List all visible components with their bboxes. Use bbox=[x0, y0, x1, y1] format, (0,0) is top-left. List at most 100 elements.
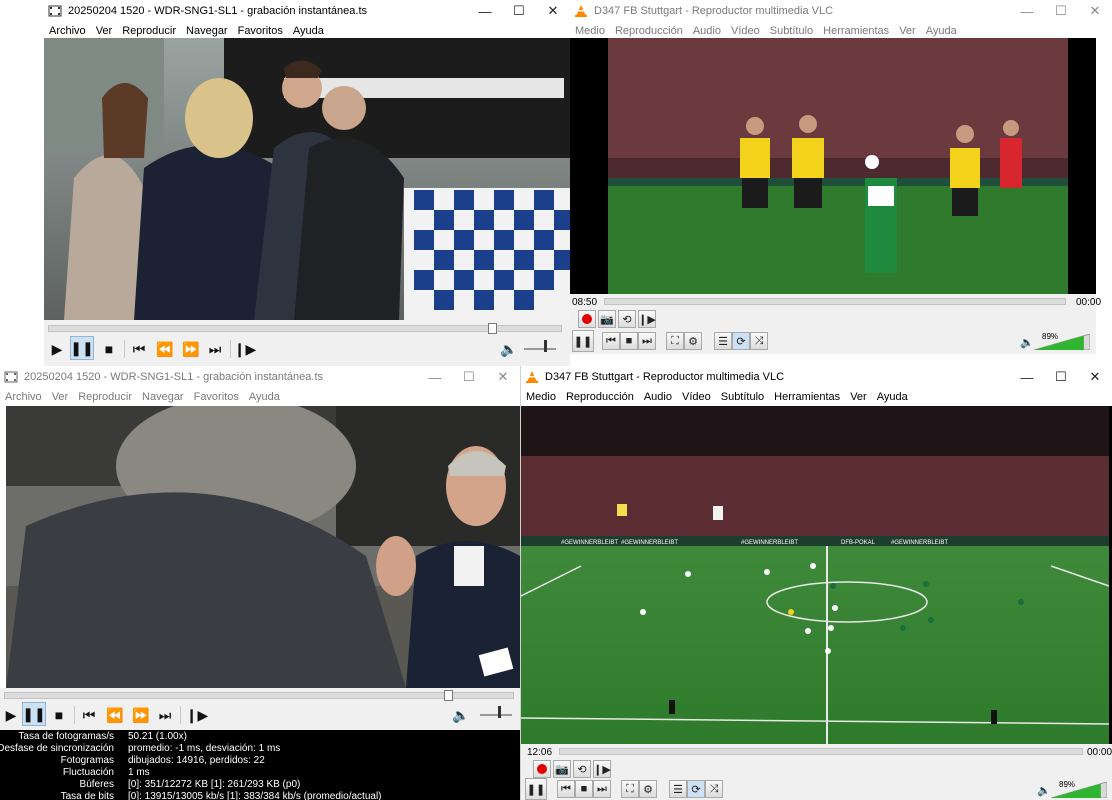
video-frame[interactable] bbox=[44, 38, 570, 320]
minimize-button[interactable]: — bbox=[418, 370, 452, 385]
menu-subtitulo[interactable]: Subtítulo bbox=[765, 25, 818, 37]
speaker-icon[interactable]: 🔈 bbox=[450, 704, 472, 726]
menu-ayuda[interactable]: Ayuda bbox=[288, 25, 329, 37]
video-frame[interactable] bbox=[570, 38, 1096, 294]
loop-button[interactable]: ⟳ bbox=[732, 332, 750, 350]
loop-ab-button[interactable]: ⟲ bbox=[573, 760, 591, 778]
shuffle-button[interactable]: ⤨ bbox=[750, 332, 768, 350]
pause-button[interactable]: ❚❚ bbox=[572, 330, 594, 352]
menu-subtitulo[interactable]: Subtítulo bbox=[716, 391, 769, 403]
shuffle-button[interactable]: ⤨ bbox=[705, 780, 723, 798]
title-bar[interactable]: 20250204 1520 - WDR-SNG1-SL1 - grabación… bbox=[0, 366, 520, 388]
stop-button[interactable]: ■ bbox=[620, 332, 638, 350]
speaker-icon[interactable]: 🔈 bbox=[1037, 784, 1051, 797]
minimize-button[interactable]: — bbox=[1010, 4, 1044, 19]
stop-button[interactable]: ■ bbox=[98, 338, 120, 360]
menu-medio[interactable]: Medio bbox=[521, 391, 561, 403]
menu-audio[interactable]: Audio bbox=[688, 25, 726, 37]
title-bar[interactable]: D347 FB Stuttgart - Reproductor multimed… bbox=[570, 0, 1112, 22]
close-button[interactable]: ✕ bbox=[1078, 3, 1112, 19]
title-bar[interactable]: 20250204 1520 - WDR-SNG1-SL1 - grabación… bbox=[44, 0, 570, 22]
pause-button[interactable]: ❚❚ bbox=[70, 336, 94, 360]
close-button[interactable]: ✕ bbox=[486, 369, 520, 385]
speaker-icon[interactable]: 🔈 bbox=[498, 338, 520, 360]
seek-handle[interactable] bbox=[488, 323, 497, 334]
speaker-icon[interactable]: 🔈 bbox=[1020, 336, 1034, 349]
minimize-button[interactable]: — bbox=[1010, 370, 1044, 385]
menu-reproduccion[interactable]: Reproducción bbox=[610, 25, 688, 37]
seek-handle[interactable] bbox=[444, 690, 453, 701]
loop-button[interactable]: ⟳ bbox=[687, 780, 705, 798]
menu-ver[interactable]: Ver bbox=[47, 391, 74, 403]
snapshot-button[interactable]: 📷 bbox=[598, 310, 616, 328]
menu-herramientas[interactable]: Herramientas bbox=[818, 25, 894, 37]
volume-slider[interactable] bbox=[524, 348, 556, 350]
video-frame[interactable]: #GEWINNERBLEIBT #GEWINNERBLEIBT #GEWINNE… bbox=[521, 406, 1112, 744]
menu-herramientas[interactable]: Herramientas bbox=[769, 391, 845, 403]
seek-bar[interactable] bbox=[559, 748, 1083, 755]
menu-video[interactable]: Vídeo bbox=[726, 25, 765, 37]
menu-reproducir[interactable]: Reproducir bbox=[117, 25, 181, 37]
seek-bar[interactable] bbox=[4, 692, 514, 699]
stop-button[interactable]: ■ bbox=[575, 780, 593, 798]
record-button[interactable] bbox=[578, 310, 596, 328]
menu-ayuda[interactable]: Ayuda bbox=[921, 25, 962, 37]
previous-button[interactable]: ⏮ bbox=[557, 780, 575, 798]
volume-slider[interactable] bbox=[1051, 782, 1107, 798]
record-button[interactable] bbox=[533, 760, 551, 778]
video-frame[interactable] bbox=[6, 406, 520, 688]
seek-bar[interactable] bbox=[48, 325, 562, 332]
maximize-button[interactable]: ☐ bbox=[1044, 3, 1078, 19]
menu-ver[interactable]: Ver bbox=[894, 25, 921, 37]
menu-favoritos[interactable]: Favoritos bbox=[189, 391, 244, 403]
volume-slider[interactable] bbox=[1034, 334, 1090, 350]
playlist-button[interactable]: ☰ bbox=[714, 332, 732, 350]
extended-settings-button[interactable]: ⚙ bbox=[684, 332, 702, 350]
next-button[interactable]: ⏭ bbox=[593, 780, 611, 798]
seek-bar[interactable] bbox=[604, 298, 1066, 305]
close-button[interactable]: ✕ bbox=[536, 3, 570, 19]
fast-forward-button[interactable]: ⏩ bbox=[130, 704, 152, 726]
menu-medio[interactable]: Medio bbox=[570, 25, 610, 37]
rewind-button[interactable]: ⏪ bbox=[154, 338, 176, 360]
volume-handle[interactable] bbox=[544, 340, 547, 352]
previous-button[interactable]: ⏮ bbox=[602, 332, 620, 350]
pause-button[interactable]: ❚❚ bbox=[22, 702, 46, 726]
menu-navegar[interactable]: Navegar bbox=[181, 25, 233, 37]
next-button[interactable]: ⏭ bbox=[638, 332, 656, 350]
fullscreen-button[interactable]: ⛶ bbox=[621, 780, 639, 798]
stop-button[interactable]: ■ bbox=[48, 704, 70, 726]
pause-button[interactable]: ❚❚ bbox=[525, 778, 547, 800]
frame-step-button[interactable]: ❙▶ bbox=[186, 704, 209, 726]
maximize-button[interactable]: ☐ bbox=[502, 3, 536, 19]
title-bar[interactable]: D347 FB Stuttgart - Reproductor multimed… bbox=[521, 366, 1112, 388]
menu-reproducir[interactable]: Reproducir bbox=[73, 391, 137, 403]
menu-ayuda[interactable]: Ayuda bbox=[872, 391, 913, 403]
menu-ayuda[interactable]: Ayuda bbox=[244, 391, 285, 403]
play-button[interactable]: ▶ bbox=[0, 704, 22, 726]
menu-audio[interactable]: Audio bbox=[639, 391, 677, 403]
menu-ver[interactable]: Ver bbox=[845, 391, 872, 403]
loop-ab-button[interactable]: ⟲ bbox=[618, 310, 636, 328]
fullscreen-button[interactable]: ⛶ bbox=[666, 332, 684, 350]
menu-favoritos[interactable]: Favoritos bbox=[233, 25, 288, 37]
menu-archivo[interactable]: Archivo bbox=[44, 25, 91, 37]
playlist-button[interactable]: ☰ bbox=[669, 780, 687, 798]
maximize-button[interactable]: ☐ bbox=[452, 369, 486, 385]
frame-step-button[interactable]: ❙▶ bbox=[234, 338, 257, 360]
maximize-button[interactable]: ☐ bbox=[1044, 369, 1078, 385]
menu-navegar[interactable]: Navegar bbox=[137, 391, 189, 403]
play-button[interactable]: ▶ bbox=[46, 338, 68, 360]
menu-ver[interactable]: Ver bbox=[91, 25, 118, 37]
previous-button[interactable]: ⏮ bbox=[78, 704, 100, 726]
close-button[interactable]: ✕ bbox=[1078, 369, 1112, 385]
menu-reproduccion[interactable]: Reproducción bbox=[561, 391, 639, 403]
next-button[interactable]: ⏭ bbox=[204, 338, 226, 360]
frame-step-button[interactable]: ❙▶ bbox=[593, 760, 611, 778]
next-button[interactable]: ⏭ bbox=[154, 704, 176, 726]
frame-step-button[interactable]: ❙▶ bbox=[638, 310, 656, 328]
volume-handle[interactable] bbox=[498, 706, 501, 718]
snapshot-button[interactable]: 📷 bbox=[553, 760, 571, 778]
fast-forward-button[interactable]: ⏩ bbox=[180, 338, 202, 360]
menu-archivo[interactable]: Archivo bbox=[0, 391, 47, 403]
